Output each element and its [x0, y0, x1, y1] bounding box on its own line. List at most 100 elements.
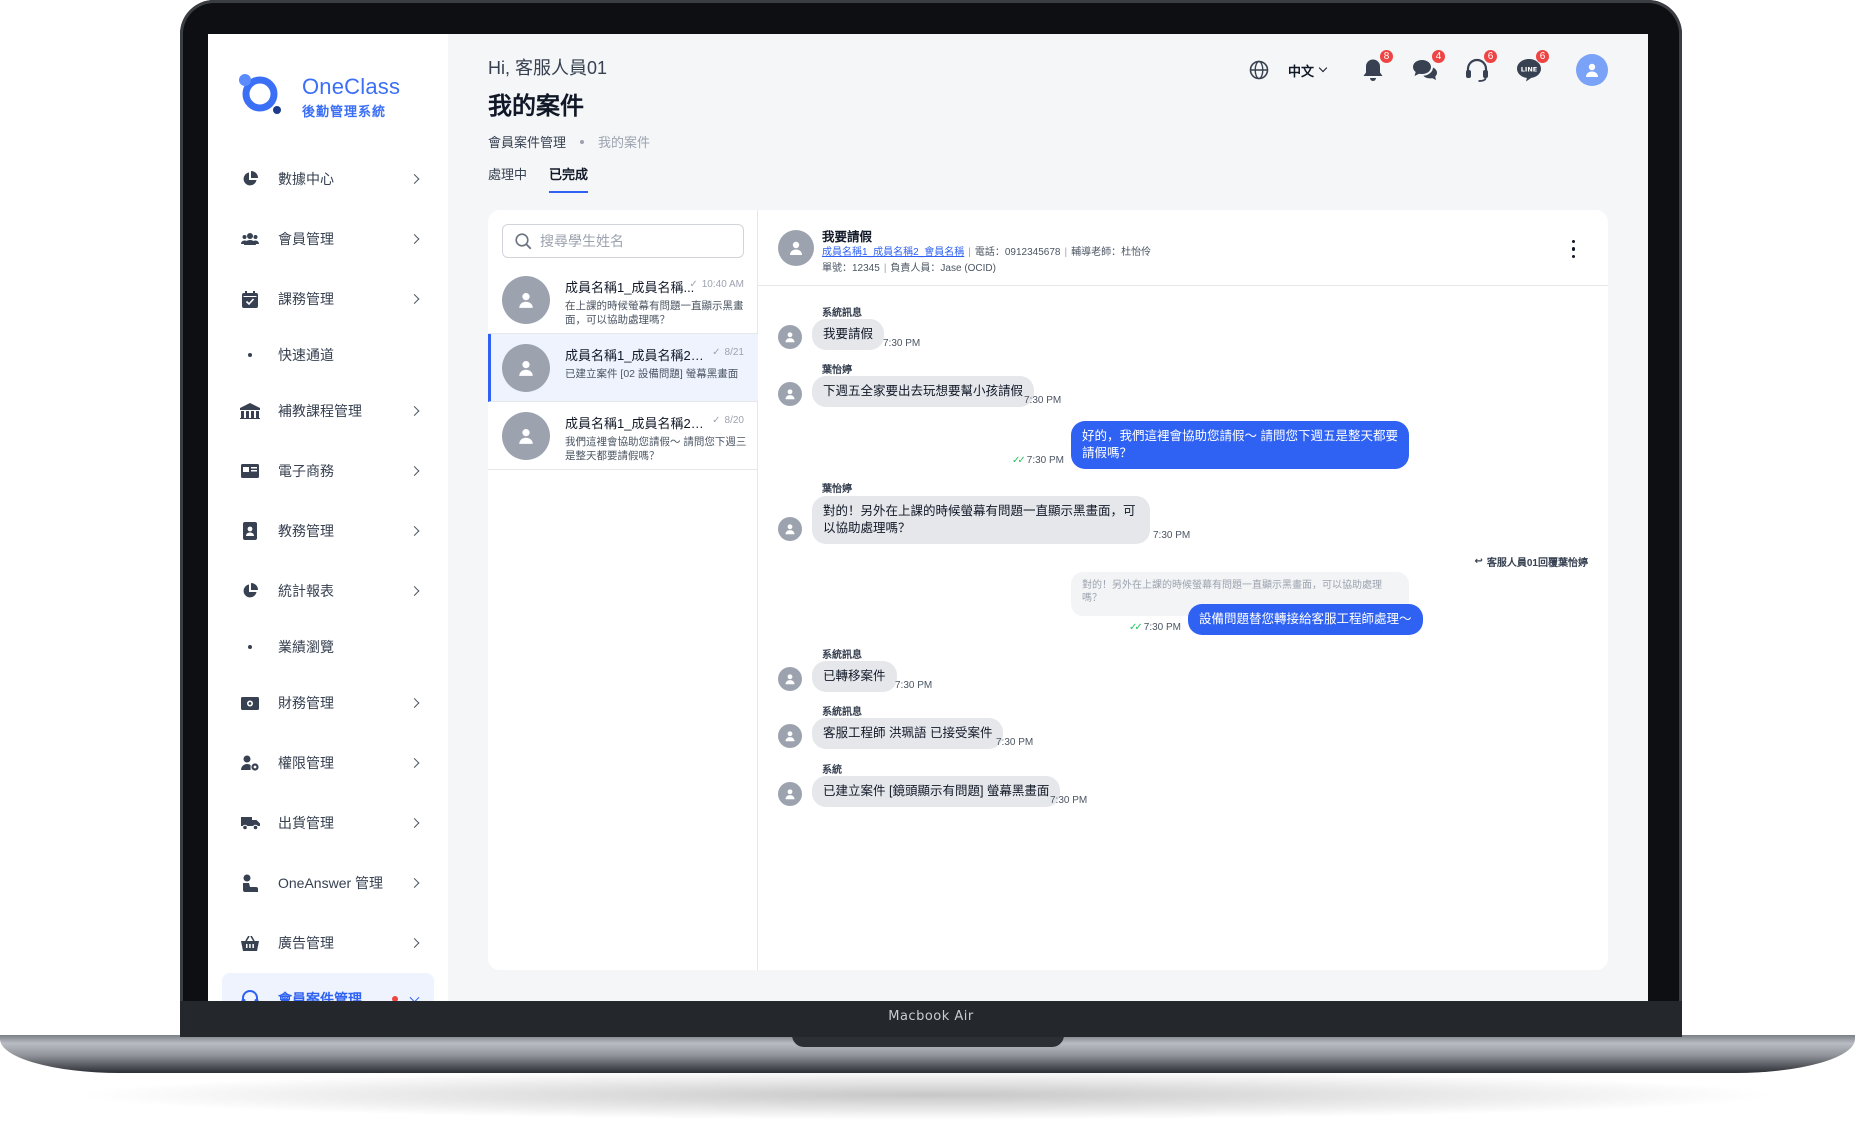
message-bubble-outgoing: 設備問題替您轉接給客服工程師處理～: [1188, 604, 1423, 635]
conversation-time-text: 8/21: [724, 347, 744, 358]
unread-dot: [392, 996, 398, 1001]
sidebar-item-reports[interactable]: 統計報表: [208, 561, 448, 621]
message-bubble: 已轉移案件: [812, 661, 897, 692]
sidebar-item-cram-courses[interactable]: 補教課程管理: [208, 381, 448, 441]
sidebar-item-label: 會員案件管理: [278, 991, 362, 1001]
chevron-right-icon: [409, 818, 420, 828]
sidebar-item-shipping[interactable]: 出貨管理: [208, 793, 448, 853]
sidebar-item-label: 出貨管理: [278, 815, 334, 831]
sidebar: OneClass 後勤管理系統 數據中心 會員管理 課務管理 快速通道 補教課程…: [208, 34, 448, 1001]
message-time: ✓✓ 7:30 PM: [1129, 622, 1181, 633]
tutor-text: 輔導老師：杜怡伶: [1071, 247, 1152, 258]
user-icon: [1586, 63, 1598, 77]
user-icon: [785, 789, 795, 800]
sidebar-item-member-cases[interactable]: 會員案件管理: [222, 973, 434, 1001]
oneclass-logo-icon: [239, 74, 281, 114]
sidebar-item-finance[interactable]: 財務管理: [208, 673, 448, 733]
sidebar-item-permissions[interactable]: 權限管理: [208, 733, 448, 793]
truck-icon: [240, 813, 260, 833]
check-icon: ✓: [712, 415, 721, 426]
contact-avatar: [502, 276, 550, 324]
svg-text:LINE: LINE: [1521, 66, 1537, 74]
sidebar-item-label: 廣告管理: [278, 935, 334, 951]
members-link[interactable]: 成員名稱1_成員名稱2_會員名稱: [822, 247, 964, 258]
brand-logo[interactable]: OneClass 後勤管理系統: [238, 70, 428, 120]
bullet-icon: [248, 353, 252, 357]
conversation-name: 成員名稱1_成員名稱...: [565, 280, 695, 295]
user-icon: [519, 429, 533, 444]
conversation-item-selected[interactable]: 成員名稱1_成員名稱2_會... ✓8/21 已建立案件 [02 設備問題] 螢…: [488, 334, 758, 402]
chevron-right-icon: [409, 526, 420, 536]
sidebar-item-label: 電子商務: [278, 463, 334, 479]
sidebar-item-oneanswer[interactable]: OneAnswer 管理: [208, 853, 448, 913]
conversation-item[interactable]: 成員名稱1_成員名稱2_會... ✓8/20 我們這裡會協助您請假～ 請問您下週…: [488, 402, 758, 470]
sidebar-item-courses[interactable]: 課務管理: [208, 269, 448, 329]
case-meta-line: 單號：12345 | 負責人員：Jase (OCID): [822, 259, 996, 274]
message-time-text: 7:30 PM: [1143, 622, 1182, 633]
user-gear-icon: [240, 753, 260, 773]
user-icon: [785, 524, 795, 535]
laptop-chin: Macbook Air: [180, 1001, 1682, 1037]
breadcrumb-item[interactable]: 會員案件管理: [488, 132, 566, 151]
cases-card: 成員名稱1_成員名稱... ✓10:40 AM 在上課的時候螢幕有問題一直顯示黑…: [488, 210, 1608, 970]
user-icon: [790, 241, 802, 255]
chevron-right-icon: [409, 938, 420, 948]
sidebar-item-performance[interactable]: 業績瀏覽: [208, 621, 448, 673]
sender-avatar: [778, 325, 802, 349]
sidebar-item-academic[interactable]: 教務管理: [208, 501, 448, 561]
conversation-item[interactable]: 成員名稱1_成員名稱... ✓ 10:40 AM 在上課的時候螢幕有問題一直顯示黑…: [488, 266, 758, 334]
order-text: 單號：12345: [822, 263, 880, 274]
bell-icon[interactable]: 8: [1358, 49, 1394, 85]
sidebar-item-members[interactable]: 會員管理: [208, 209, 448, 269]
search-box[interactable]: [502, 224, 744, 258]
message-time: 7:30 PM: [1024, 395, 1062, 406]
search-icon: [515, 232, 532, 249]
message-time: 7:30 PM: [1153, 530, 1191, 541]
conversation-preview: 已建立案件 [02 設備問題] 螢幕黑畫面: [565, 368, 739, 380]
search-input[interactable]: [540, 233, 730, 249]
tab-completed[interactable]: 已完成: [549, 164, 589, 193]
reply-note: ↩ 客服人員01回覆葉怡婷: [1474, 554, 1588, 569]
more-options-icon[interactable]: [1572, 240, 1576, 258]
language-label: 中文: [1287, 63, 1314, 79]
status-tabs: 處理中 已完成: [488, 164, 610, 193]
message-time: 7:30 PM: [883, 338, 921, 349]
sidebar-item-ads[interactable]: 廣告管理: [208, 913, 448, 973]
message-bubble: 下週五全家要出去玩想要幫小孩請假: [812, 376, 1035, 407]
messages-badge: 4: [1431, 49, 1446, 64]
separator: |: [968, 247, 971, 258]
app-screen: OneClass 後勤管理系統 數據中心 會員管理 課務管理 快速通道 補教課程…: [208, 34, 1648, 1001]
badge-icon: [240, 521, 260, 541]
message-time: 7:30 PM: [996, 737, 1034, 748]
message-bubble: 我要請假: [812, 319, 885, 350]
building-icon: [240, 401, 260, 421]
globe-icon[interactable]: [1244, 55, 1274, 85]
conversation-time: ✓ 8/20: [712, 415, 744, 426]
device-label: Macbook Air: [888, 1009, 974, 1024]
line-icon[interactable]: LINE 6: [1514, 49, 1550, 85]
support-headset-icon[interactable]: 6: [1462, 49, 1498, 85]
contact-avatar: [778, 230, 814, 266]
breadcrumb-current: 我的案件: [598, 135, 651, 150]
user-icon: [785, 332, 795, 343]
user-avatar[interactable]: [1576, 54, 1608, 86]
user-icon: [785, 389, 795, 400]
sidebar-item-fast-track[interactable]: 快速通道: [208, 329, 448, 381]
message-time: 7:30 PM: [895, 680, 933, 691]
breadcrumb: 會員案件管理 我的案件: [488, 132, 650, 151]
tab-in-progress[interactable]: 處理中: [488, 164, 527, 193]
greeting: Hi, 客服人員01: [488, 58, 608, 78]
chat-pane: 我要請假 成員名稱1_成員名稱2_會員名稱 | 電話：0912345678 | 輔導老師…: [758, 210, 1608, 970]
sidebar-item-label: 統計報表: [278, 583, 334, 599]
chat-bubbles-icon[interactable]: 4: [1410, 49, 1446, 85]
sidebar-item-ecommerce[interactable]: 電子商務: [208, 441, 448, 501]
language-select[interactable]: 中文: [1287, 61, 1328, 80]
sender-avatar: [778, 667, 802, 691]
check-icon: ✓: [689, 279, 698, 290]
sidebar-item-label: OneAnswer 管理: [278, 875, 384, 891]
contact-avatar: [502, 412, 550, 460]
calendar-check-icon: [240, 289, 260, 309]
message-time-text: 7:30 PM: [1026, 455, 1065, 466]
sidebar-item-data-center[interactable]: 數據中心: [208, 149, 448, 209]
conversation-time: ✓ 10:40 AM: [689, 279, 744, 290]
